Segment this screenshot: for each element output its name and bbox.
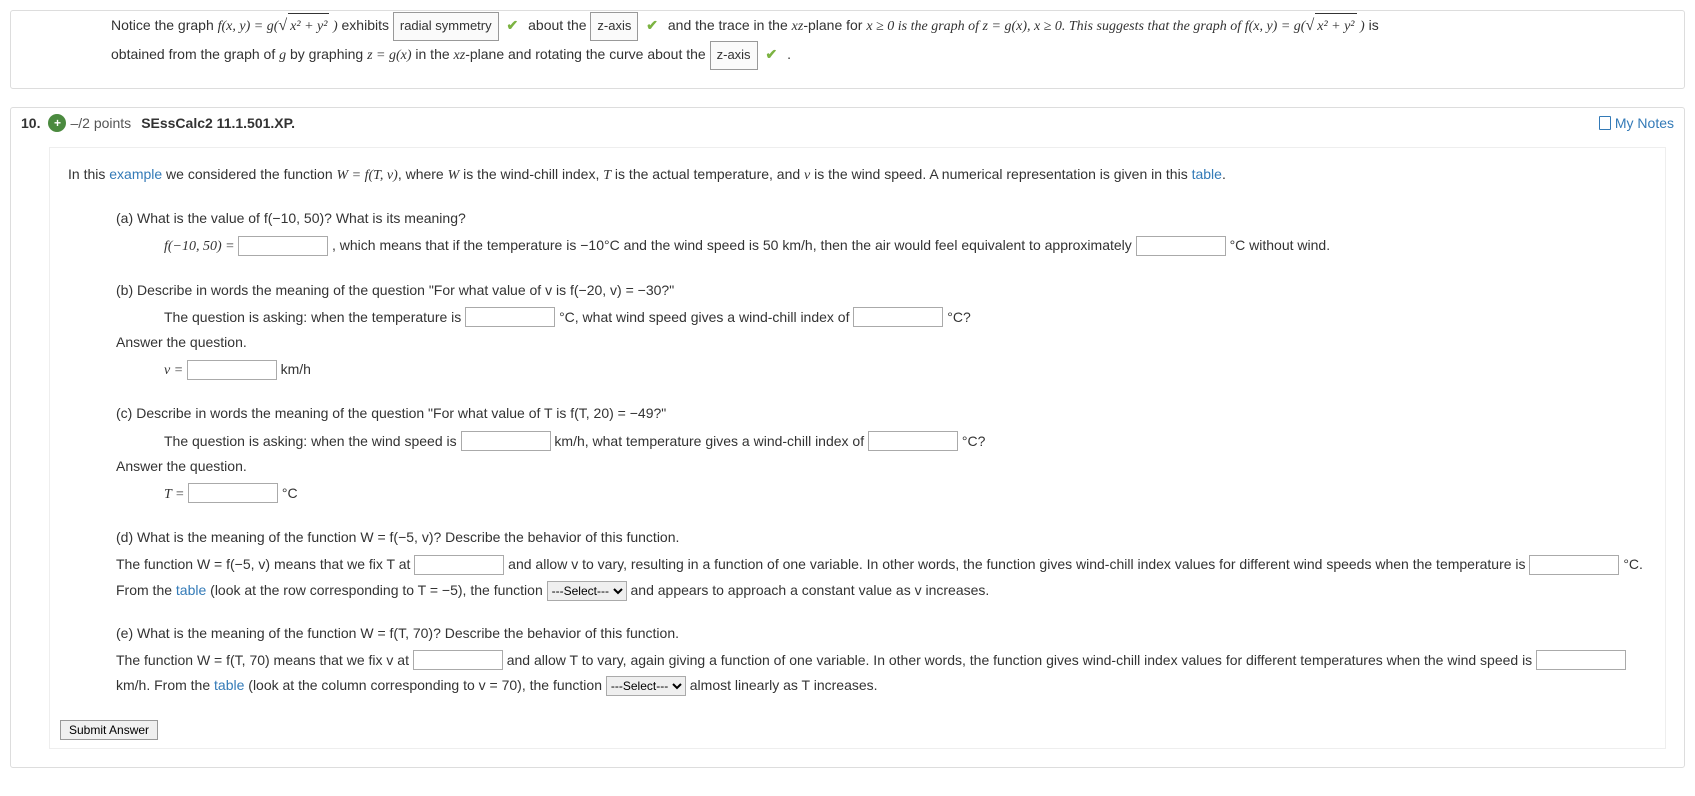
- expand-icon[interactable]: +: [48, 114, 66, 132]
- text: The question is asking: when the wind sp…: [164, 433, 461, 449]
- text: °C?: [947, 309, 971, 325]
- check-icon: ✔: [646, 12, 658, 39]
- text: -plane for: [803, 17, 866, 33]
- answer-label: Answer the question.: [116, 330, 1647, 355]
- input-d-temp[interactable]: [1529, 555, 1619, 575]
- submit-answer-button[interactable]: Submit Answer: [60, 720, 158, 740]
- text: by graphing: [286, 46, 367, 62]
- input-c-speed[interactable]: [461, 431, 551, 451]
- part-e: (e) What is the meaning of the function …: [68, 621, 1647, 699]
- text: , which means that if the temperature is…: [332, 237, 1136, 253]
- part-e-question: (e) What is the meaning of the function …: [116, 625, 679, 641]
- input-b-index[interactable]: [853, 307, 943, 327]
- text: and allow T to vary, again giving a func…: [507, 652, 1536, 668]
- text: almost linearly as T increases.: [690, 677, 878, 693]
- text: The function W = f(T, 70) means that we …: [116, 652, 413, 668]
- text: -plane and rotating the curve about the: [465, 46, 709, 62]
- math-fxy: f(x, y) = g(√x² + y² ): [218, 19, 338, 34]
- input-c-index[interactable]: [868, 431, 958, 451]
- math: z = g(x): [367, 48, 411, 63]
- input-a-equiv[interactable]: [1136, 236, 1226, 256]
- my-notes-label: My Notes: [1615, 115, 1674, 131]
- prev-question-panel: Notice the graph f(x, y) = g(√x² + y² ) …: [10, 10, 1685, 89]
- input-b-v[interactable]: [187, 360, 277, 380]
- math-fxy-2: f(x, y) = g(√x² + y² ): [1245, 19, 1365, 34]
- input-a-value[interactable]: [238, 236, 328, 256]
- question-header: 10. + –/2 points SEssCalc2 11.1.501.XP. …: [11, 108, 1684, 139]
- table-link-e[interactable]: table: [214, 677, 244, 693]
- text: °C without wind.: [1230, 237, 1331, 253]
- answer-radial-symmetry: radial symmetry: [393, 12, 499, 41]
- notes-icon: [1599, 116, 1611, 130]
- text: km/h. From the: [116, 677, 214, 693]
- table-link[interactable]: table: [1192, 166, 1222, 182]
- text: °C?: [962, 433, 986, 449]
- text: (look at the column corresponding to v =…: [244, 677, 605, 693]
- part-b: (b) Describe in words the meaning of the…: [68, 278, 1647, 384]
- text: about the: [528, 17, 590, 33]
- part-c: (c) Describe in words the meaning of the…: [68, 401, 1647, 507]
- part-b-question: (b) Describe in words the meaning of the…: [116, 282, 674, 298]
- text: (look at the row corresponding to T = −5…: [206, 582, 546, 598]
- math: x ≥ 0 is the graph of z = g(x), x ≥ 0. T…: [866, 19, 1244, 34]
- question-number: 10.: [21, 115, 40, 131]
- my-notes-link[interactable]: My Notes: [1599, 115, 1674, 131]
- points-label: –/2 points: [70, 115, 131, 131]
- part-a: (a) What is the value of f(−10, 50)? Wha…: [68, 206, 1647, 259]
- text: The function W = f(−5, v) means that we …: [116, 556, 414, 572]
- text: f(−10, 50) =: [164, 239, 238, 254]
- text: .: [787, 46, 791, 62]
- text: °C, what wind speed gives a wind-chill i…: [559, 309, 853, 325]
- text: is: [1369, 17, 1379, 33]
- text: obtained from the graph of: [111, 46, 279, 62]
- text: exhibits: [342, 17, 393, 33]
- input-e-vfix[interactable]: [413, 650, 503, 670]
- text: and appears to approach a constant value…: [631, 582, 990, 598]
- prev-question-text: Notice the graph f(x, y) = g(√x² + y² ) …: [11, 11, 1684, 88]
- text: T =: [164, 487, 188, 502]
- table-link-d[interactable]: table: [176, 582, 206, 598]
- example-link[interactable]: example: [109, 166, 162, 182]
- part-d-question: (d) What is the meaning of the function …: [116, 529, 679, 545]
- input-e-speed[interactable]: [1536, 650, 1626, 670]
- answer-z-axis-1: z-axis: [590, 12, 638, 41]
- part-a-question: (a) What is the value of f(−10, 50)? Wha…: [116, 210, 466, 226]
- text: °C: [282, 485, 298, 501]
- part-d: (d) What is the meaning of the function …: [68, 525, 1647, 603]
- text: Notice the graph: [111, 17, 218, 33]
- intro-text: In this example we considered the functi…: [68, 162, 1647, 188]
- answer-z-axis-2: z-axis: [710, 41, 758, 70]
- select-d-behavior[interactable]: ---Select---: [547, 581, 627, 601]
- text: in the: [412, 46, 454, 62]
- text: km/h, what temperature gives a wind-chil…: [554, 433, 868, 449]
- math: xz: [454, 48, 466, 63]
- question-body: In this example we considered the functi…: [49, 147, 1666, 749]
- text: km/h: [281, 361, 311, 377]
- select-e-behavior[interactable]: ---Select---: [606, 676, 686, 696]
- part-c-question: (c) Describe in words the meaning of the…: [116, 405, 666, 421]
- input-d-tfix[interactable]: [414, 555, 504, 575]
- question-source: SEssCalc2 11.1.501.XP.: [141, 115, 295, 131]
- text: v =: [164, 363, 187, 378]
- input-b-temp[interactable]: [465, 307, 555, 327]
- text: The question is asking: when the tempera…: [164, 309, 465, 325]
- input-c-t[interactable]: [188, 483, 278, 503]
- math: xz: [792, 19, 804, 34]
- check-icon: ✔: [765, 41, 777, 68]
- text: and the trace in the: [668, 17, 792, 33]
- check-icon: ✔: [507, 12, 519, 39]
- answer-label: Answer the question.: [116, 454, 1647, 479]
- question-10-panel: 10. + –/2 points SEssCalc2 11.1.501.XP. …: [10, 107, 1685, 768]
- text: and allow v to vary, resulting in a func…: [508, 556, 1529, 572]
